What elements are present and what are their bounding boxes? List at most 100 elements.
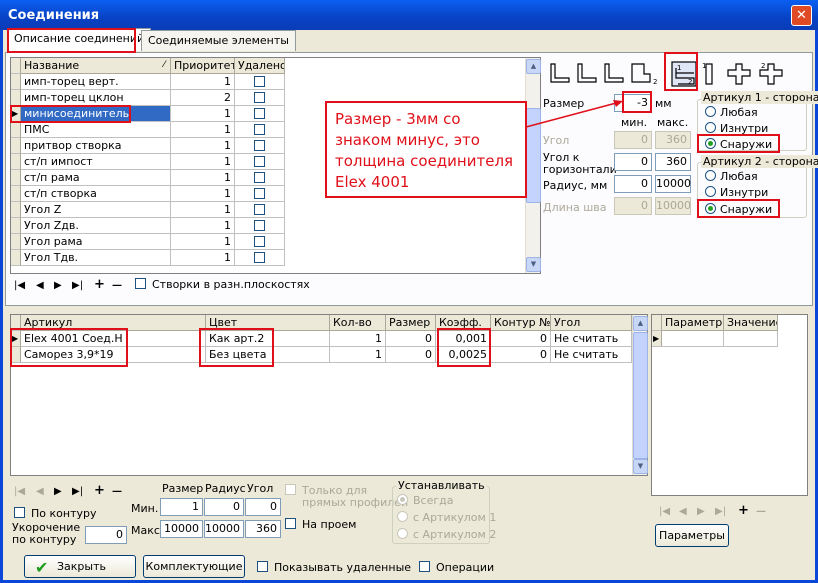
article-angle-cell[interactable]: Не считать [551,331,632,347]
scroll-down-button[interactable]: ▼ [633,459,648,474]
article-size-cell[interactable]: 0 [386,347,436,363]
min-radius-input[interactable]: 0 [204,498,244,516]
connection-name-cell[interactable]: Угол рама [21,234,171,250]
nav-prev-button[interactable]: ◀ [36,280,44,291]
deleted-checkbox[interactable] [254,204,265,215]
side1-inside-radio[interactable] [705,122,716,133]
col-header-size[interactable]: Размер [386,315,436,331]
article-contour-cell[interactable]: 0 [491,331,551,347]
nav-first-button[interactable]: |◀ [659,506,670,517]
diff-planes-checkbox[interactable] [135,278,146,289]
shorten-input[interactable]: 0 [85,526,127,544]
connection-priority-cell[interactable]: 1 [171,202,235,218]
close-button[interactable]: ✔ Закрыть [24,555,136,578]
connection-name-cell[interactable]: ст/п импост [21,154,171,170]
nav-remove-button[interactable]: — [112,486,122,497]
on-seam-checkbox[interactable] [285,518,296,529]
connections-scrollbar[interactable]: ▲ ▼ [525,58,541,273]
nav-add-button[interactable]: + [738,503,749,518]
col-header-value[interactable]: Значение [724,315,778,331]
article-size-cell[interactable]: 0 [386,331,436,347]
col-header-qty[interactable]: Кол-во [330,315,386,331]
param-cell[interactable] [662,331,724,347]
radius-min-input[interactable]: 0 [614,175,652,193]
connection-priority-cell[interactable]: 1 [171,170,235,186]
connection-priority-cell[interactable]: 1 [171,106,235,122]
nav-last-button[interactable]: ▶| [72,486,83,497]
connection-priority-cell[interactable]: 1 [171,154,235,170]
connection-priority-cell[interactable]: 1 [171,250,235,266]
nav-add-button[interactable]: + [94,277,105,292]
max-radius-input[interactable]: 10000 [204,520,244,538]
side2-inside-radio[interactable] [705,186,716,197]
connection-name-cell[interactable]: притвор створка [21,138,171,154]
min-size-input[interactable]: 1 [160,498,203,516]
horizon-max-input[interactable]: 360 [655,153,691,171]
radius-max-input[interactable]: 10000 [655,175,691,193]
connection-priority-cell[interactable]: 1 [171,138,235,154]
nav-next-button[interactable]: ▶ [697,506,705,517]
connection-name-cell[interactable]: ст/п створка [21,186,171,202]
article-angle-cell[interactable]: Не считать [551,347,632,363]
deleted-checkbox[interactable] [254,172,265,183]
deleted-checkbox[interactable] [254,108,265,119]
deleted-checkbox[interactable] [254,92,265,103]
seam-max-input[interactable]: 10000 [655,197,691,215]
scroll-up-button[interactable]: ▲ [633,316,648,331]
connection-name-cell[interactable]: Угол Z [21,202,171,218]
show-deleted-checkbox[interactable] [257,561,268,572]
scroll-thumb[interactable] [633,332,648,459]
connection-name-cell[interactable]: Угол Тдв. [21,250,171,266]
connection-name-cell[interactable]: имп-торец верт. [21,74,171,90]
operations-checkbox[interactable] [419,561,430,572]
tab-connected-elements[interactable]: Соединяемые элементы [141,30,296,51]
connection-name-cell[interactable]: ПМС [21,122,171,138]
nav-next-button[interactable]: ▶ [54,280,62,291]
article-qty-cell[interactable]: 1 [330,347,386,363]
components-button[interactable]: Комплектующие [143,555,245,578]
connection-priority-cell[interactable]: 2 [171,90,235,106]
deleted-checkbox[interactable] [254,140,265,151]
deleted-checkbox[interactable] [254,220,265,231]
connection-priority-cell[interactable]: 1 [171,186,235,202]
value-cell[interactable] [724,331,778,347]
scroll-up-button[interactable]: ▲ [526,59,541,74]
by-contour-checkbox[interactable] [14,507,25,518]
connection-name-cell[interactable]: имп-торец цклон [21,90,171,106]
deleted-checkbox[interactable] [254,188,265,199]
angle-max-input[interactable]: 360 [655,131,691,149]
scroll-down-button[interactable]: ▼ [526,257,541,272]
nav-next-button[interactable]: ▶ [54,486,62,497]
nav-first-button[interactable]: |◀ [14,486,25,497]
col-header-name[interactable]: Название ⁄ [21,58,171,74]
nav-first-button[interactable]: |◀ [14,280,25,291]
nav-prev-button[interactable]: ◀ [679,506,687,517]
connection-name-cell[interactable]: Угол Zдв. [21,218,171,234]
parameters-button[interactable]: Параметры [655,524,729,547]
only-straight-checkbox[interactable] [285,484,296,495]
min-angle-input[interactable]: 0 [245,498,281,516]
connection-priority-cell[interactable]: 1 [171,122,235,138]
connection-name-cell[interactable]: ст/п рама [21,170,171,186]
nav-prev-button[interactable]: ◀ [36,486,44,497]
col-header-param[interactable]: Параметр [662,315,724,331]
nav-remove-button[interactable]: — [756,506,766,517]
horizon-min-input[interactable]: 0 [614,153,652,171]
install-always-radio[interactable] [397,494,408,505]
side2-any-radio[interactable] [705,170,716,181]
seam-min-input[interactable]: 0 [614,197,652,215]
article-qty-cell[interactable]: 1 [330,331,386,347]
install-art1-radio[interactable] [397,511,408,522]
col-header-angle[interactable]: Угол [551,315,632,331]
deleted-checkbox[interactable] [254,252,265,263]
col-header-deleted[interactable]: Удалено [235,58,285,74]
deleted-checkbox[interactable] [254,76,265,87]
connection-priority-cell[interactable]: 1 [171,218,235,234]
deleted-checkbox[interactable] [254,156,265,167]
max-size-input[interactable]: 10000 [160,520,203,538]
connection-priority-cell[interactable]: 1 [171,74,235,90]
col-header-priority[interactable]: Приоритет [171,58,235,74]
install-art2-radio[interactable] [397,528,408,539]
deleted-checkbox[interactable] [254,124,265,135]
connection-priority-cell[interactable]: 1 [171,234,235,250]
